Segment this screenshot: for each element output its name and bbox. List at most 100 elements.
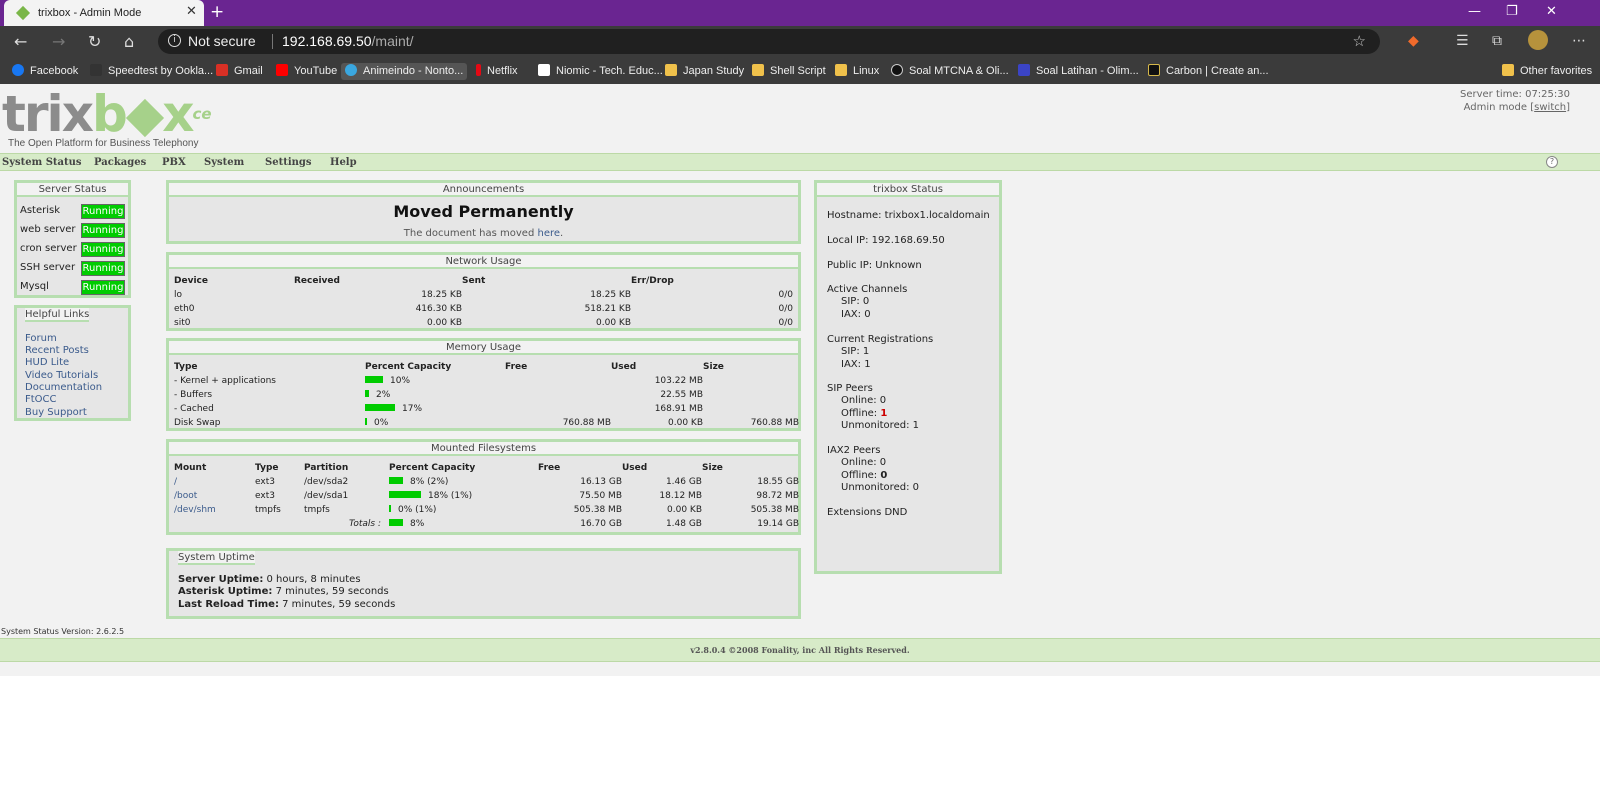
panel-title: Mounted Filesystems [169, 442, 798, 456]
bookmark-netflix[interactable]: Netflix [476, 63, 518, 80]
iax2-peers: IAX2 Peers [827, 445, 881, 456]
link-video-tutorials[interactable]: Video Tutorials [25, 370, 98, 381]
iax-online: Online: 0 [841, 457, 887, 468]
col-type: Type [174, 362, 198, 372]
info-icon[interactable]: i [168, 34, 181, 47]
menu-system[interactable]: System [204, 157, 244, 168]
browser-tab[interactable]: trixbox - Admin Mode ✕ [4, 0, 204, 26]
bookmark-shell-script[interactable]: Shell Script [752, 63, 826, 80]
link-documentation[interactable]: Documentation [25, 382, 102, 393]
network-table: Device Received Sent Err/Drop lo 18.25 KB… [174, 274, 793, 330]
collections-icon[interactable]: ⧉ [1492, 33, 1502, 49]
menu-help[interactable]: Help [330, 157, 357, 168]
table-row: /boot ext3 /dev/sda1 18% (1%) 75.50 MB 1… [174, 489, 799, 503]
bookmark-linux[interactable]: Linux [835, 63, 879, 80]
restore-icon[interactable]: ❐ [1506, 4, 1518, 19]
mount-link[interactable]: /dev/shm [174, 503, 255, 517]
cell: 17% [365, 402, 505, 416]
reg-iax: IAX: 1 [841, 359, 871, 370]
new-tab-icon[interactable]: + [210, 2, 224, 22]
folder-icon [752, 64, 764, 76]
bookmark-facebook[interactable]: Facebook [12, 63, 78, 80]
iax-offline-label: Offline: [841, 470, 881, 481]
link-recent-posts[interactable]: Recent Posts [25, 345, 89, 356]
here-link[interactable]: here [538, 228, 561, 239]
favorite-star-icon[interactable]: ☆ [1353, 32, 1366, 50]
netflix-icon [476, 64, 481, 76]
uptime-row: Server Uptime: 0 hours, 8 minutes [178, 574, 361, 585]
table-row: eth0 416.30 KB 518.21 KB 0/0 [174, 302, 793, 316]
other-favorites[interactable]: Other favorites [1502, 63, 1592, 80]
col-type: Type [255, 463, 279, 473]
bookmark-mtcna[interactable]: Soal MTCNA & Oli... [891, 63, 1009, 80]
cell: 103.22 MB [654, 376, 703, 386]
logo-text-trix: trix [2, 85, 94, 143]
panel-title: Server Status [17, 183, 128, 197]
iax-offline: Offline: 0 [841, 470, 887, 481]
percent-text: 0% (1%) [398, 505, 437, 515]
close-tab-icon[interactable]: ✕ [186, 4, 197, 19]
cell: 10% [365, 374, 505, 388]
folder-icon [665, 64, 677, 76]
switch-link[interactable]: switch [1534, 102, 1566, 113]
current-registrations: Current Registrations [827, 334, 934, 345]
link-hud-lite[interactable]: HUD Lite [25, 357, 69, 368]
reg-sip: SIP: 1 [841, 346, 870, 357]
cell: 0.00 KB [668, 418, 703, 428]
profile-avatar[interactable] [1528, 30, 1548, 50]
announcement-heading: Moved Permanently [393, 202, 574, 221]
uptime-value: 7 minutes, 59 seconds [275, 586, 389, 597]
menu-pbx[interactable]: PBX [162, 157, 186, 168]
home-icon[interactable]: ⌂ [124, 32, 134, 51]
mount-link[interactable]: /boot [174, 489, 255, 503]
reading-list-icon[interactable]: ☰ [1456, 33, 1469, 49]
youtube-icon [276, 64, 288, 76]
col-size: Size [702, 463, 723, 473]
minimize-icon[interactable]: — [1468, 4, 1481, 19]
menu-settings[interactable]: Settings [265, 157, 312, 168]
bookmark-niomic[interactable]: Niomic - Tech. Educ... [538, 63, 663, 80]
sip-unmonitored: Unmonitored: 1 [841, 420, 919, 431]
status-version: System Status Version: 2.6.2.5 [1, 627, 125, 636]
bookmark-speedtest[interactable]: Speedtest by Ookla... [90, 63, 213, 80]
divider [272, 34, 273, 49]
menu-packages[interactable]: Packages [94, 157, 146, 168]
network-usage-panel: Network Usage Device Received Sent Err/D… [166, 252, 801, 331]
bookmark-youtube[interactable]: YouTube [276, 63, 337, 80]
help-icon[interactable]: ? [1546, 156, 1558, 168]
admin-mode: Admin mode [switch] [1463, 102, 1570, 113]
mount-link[interactable]: / [174, 475, 255, 489]
more-menu-icon[interactable]: ⋯ [1572, 33, 1586, 49]
address-input[interactable]: i Not secure 192.168.69.50/maint/ ☆ [158, 29, 1380, 54]
link-buy-support[interactable]: Buy Support [25, 407, 87, 418]
trixbox-logo[interactable]: trixb◆xce [2, 88, 212, 140]
uptime-label: Last Reload Time: [178, 599, 279, 610]
panel-title: Helpful Links [25, 308, 90, 322]
link-forum[interactable]: Forum [25, 333, 57, 344]
refresh-icon[interactable]: ↻ [88, 32, 101, 51]
bookmark-animeindo[interactable]: Animeindo - Nonto... [341, 63, 468, 80]
bookmark-label: Linux [853, 65, 880, 77]
cell: 16.13 GB [580, 477, 622, 487]
filesystems-table: Mount Type Partition Percent Capacity Fr… [174, 461, 799, 531]
forward-icon[interactable]: → [52, 32, 65, 51]
col-used: Used [611, 362, 637, 372]
table-header: Mount Type Partition Percent Capacity Fr… [174, 461, 799, 475]
bookmark-gmail[interactable]: Gmail [216, 63, 263, 80]
close-window-icon[interactable]: ✕ [1546, 4, 1557, 19]
cell: 18.25 KB [590, 290, 631, 300]
cell: Disk Swap [174, 418, 221, 428]
status-badge: Running [81, 261, 125, 276]
col-sent: Sent [462, 276, 486, 286]
bookmark-carbon[interactable]: Carbon | Create an... [1148, 63, 1269, 80]
link-ftocc[interactable]: FtOCC [25, 394, 57, 405]
bookmark-soal-latihan[interactable]: Soal Latihan - Olim... [1018, 63, 1139, 80]
local-ip: Local IP: 192.168.69.50 [827, 235, 945, 246]
tagline: The Open Platform for Business Telephony [8, 138, 199, 149]
menu-system-status[interactable]: System Status [2, 157, 82, 168]
announcement-period: . [560, 228, 564, 239]
brave-shield-icon[interactable]: ◆ [1408, 33, 1419, 49]
security-label: Not secure [188, 33, 256, 49]
bookmark-japan-study[interactable]: Japan Study [665, 63, 744, 80]
back-icon[interactable]: ← [14, 32, 27, 51]
